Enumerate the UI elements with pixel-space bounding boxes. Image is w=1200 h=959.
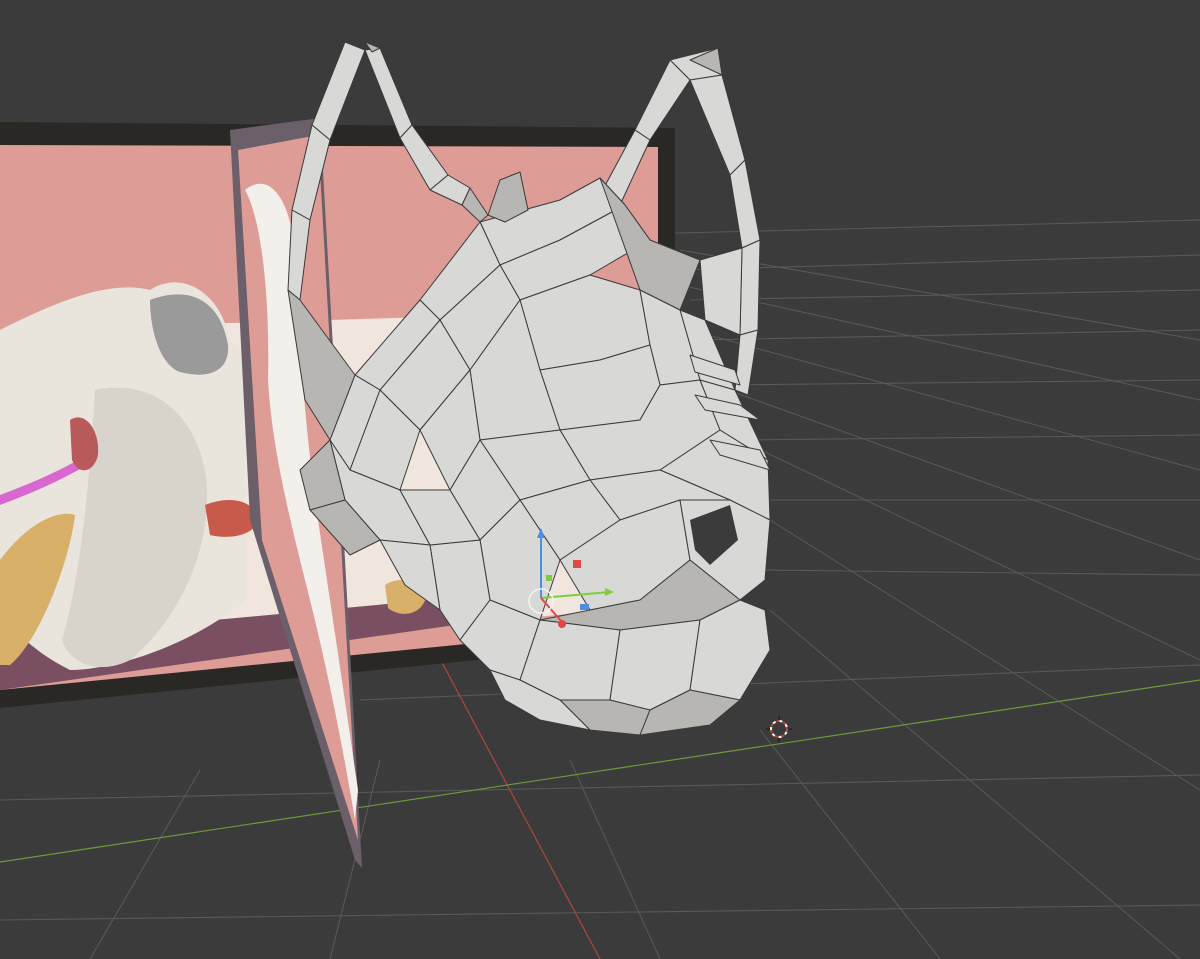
- grid-line: [759, 729, 941, 959]
- gizmo-x-handle-icon[interactable]: [558, 620, 566, 628]
- grid-line: [769, 519, 1200, 791]
- gizmo-plane-handle-icon[interactable]: [573, 560, 581, 568]
- grid-line: [689, 329, 1200, 471]
- 3d-viewport[interactable]: [0, 0, 1200, 959]
- grid-line: [689, 289, 1200, 301]
- grid-line: [699, 379, 1200, 561]
- gizmo-plane-handle-icon[interactable]: [580, 604, 589, 610]
- mesh-face: [689, 74, 746, 176]
- mesh-face: [729, 159, 761, 249]
- grid-line: [739, 434, 1200, 441]
- grid-line: [739, 439, 1200, 661]
- mesh-face: [364, 47, 413, 139]
- 3d-cursor-icon[interactable]: [766, 716, 792, 742]
- mesh-face: [734, 329, 759, 396]
- grid-line: [89, 769, 201, 959]
- viewport-canvas[interactable]: [0, 0, 1200, 959]
- grid-line: [699, 329, 1200, 341]
- grid-line: [0, 774, 1200, 801]
- mesh-face: [739, 239, 761, 336]
- grid-line: [359, 664, 1200, 701]
- grid-line: [0, 904, 1200, 921]
- gizmo-plane-handle-icon[interactable]: [546, 575, 552, 581]
- grid-line: [769, 609, 1181, 959]
- grid-line: [759, 569, 1200, 576]
